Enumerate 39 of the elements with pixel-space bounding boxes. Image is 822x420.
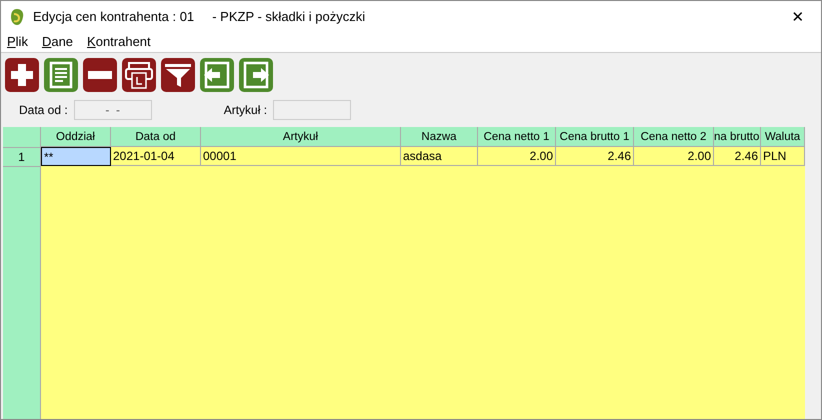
menu-item[interactable]: Kontrahent xyxy=(87,34,151,49)
arrow-left-icon xyxy=(202,60,232,90)
toolbar-button[interactable] xyxy=(161,58,195,92)
table-cell[interactable]: PLN xyxy=(761,147,805,166)
table-cell[interactable]: 2021-01-04 xyxy=(111,147,201,166)
table-cell[interactable]: asdasa xyxy=(401,147,478,166)
row-number: 1 xyxy=(3,148,40,167)
minus-icon xyxy=(88,71,112,79)
column-header[interactable]: Cena netto 1 xyxy=(478,127,556,147)
table-cell[interactable]: ** xyxy=(41,147,111,166)
field-label: Artykuł : xyxy=(224,103,268,117)
toolbar-button[interactable] xyxy=(83,58,117,92)
window-title: Edycja cen kontrahenta : 01 - PKZP - składki i pożyczki xyxy=(33,9,366,24)
column-header[interactable]: na brutto xyxy=(714,127,761,147)
table-cell[interactable]: 00001 xyxy=(201,147,401,166)
field-label: Data od : xyxy=(19,103,68,117)
toolbar-button[interactable] xyxy=(122,58,156,92)
column-header[interactable]: Waluta xyxy=(761,127,805,147)
table-cell[interactable]: 2.46 xyxy=(714,147,761,166)
close-button[interactable]: ✕ xyxy=(775,8,821,26)
column-header[interactable]: Data od xyxy=(111,127,201,147)
toolbar-button[interactable] xyxy=(200,58,234,92)
toolbar-button[interactable] xyxy=(44,58,78,92)
input-field[interactable] xyxy=(273,100,352,120)
printer-icon xyxy=(124,60,154,90)
input-field[interactable]: - - xyxy=(74,100,152,120)
column-header[interactable]: Nazwa xyxy=(401,127,478,147)
app-icon xyxy=(9,8,25,26)
arrow-right-icon xyxy=(241,60,271,90)
column-header[interactable]: Cena brutto 1 xyxy=(556,127,634,147)
table-cell[interactable]: 2.00 xyxy=(634,147,714,166)
column-header[interactable]: Artykuł xyxy=(201,127,401,147)
toolbar-button[interactable] xyxy=(239,58,273,92)
column-header[interactable]: Cena netto 2 xyxy=(634,127,714,147)
table-cell[interactable]: 2.46 xyxy=(556,147,634,166)
table-cell[interactable]: 2.00 xyxy=(478,147,556,166)
menu-item[interactable]: Plik xyxy=(7,34,28,49)
menu-item[interactable]: Dane xyxy=(42,34,74,49)
toolbar-button[interactable] xyxy=(5,58,39,92)
